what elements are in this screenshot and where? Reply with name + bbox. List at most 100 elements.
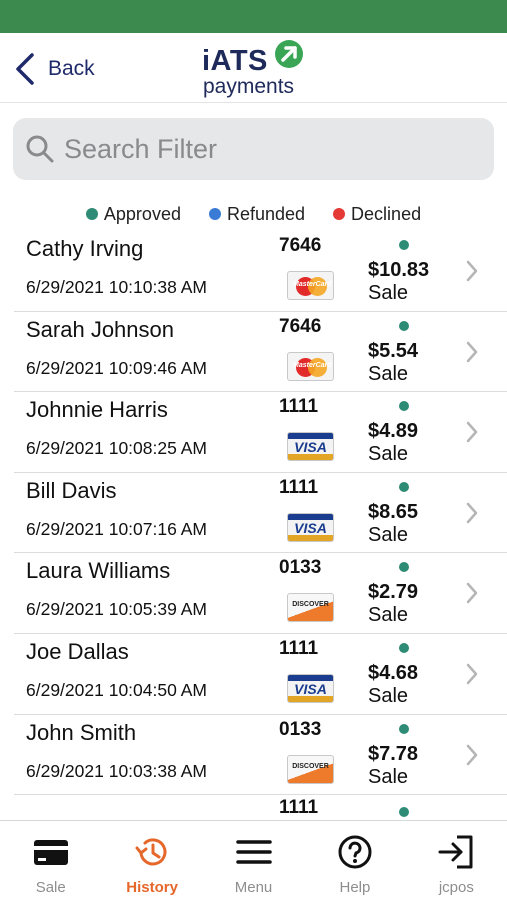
visa-card-icon: VISA — [287, 432, 334, 462]
chevron-right-icon — [466, 744, 478, 765]
transaction-date: 6/29/2021 10:04:50 AM — [26, 679, 207, 700]
transaction-list[interactable]: Cathy Irving 6/29/2021 10:10:38 AM 7646 Mas… — [0, 231, 507, 821]
transaction-date: 6/29/2021 10:08:25 AM — [26, 438, 207, 459]
transaction-type: Sale — [368, 765, 409, 788]
logo-iats-text: iATS — [202, 45, 268, 77]
tab-label: jcpos — [438, 879, 474, 896]
card-last4: 0133 — [279, 718, 322, 740]
help-icon — [338, 835, 372, 869]
tab-help[interactable]: Help — [304, 821, 405, 900]
customer-name: Cathy Irving — [26, 236, 144, 261]
transaction-row[interactable]: Sarah Johnson 6/29/2021 10:09:46 AM 7646 Ma… — [14, 312, 507, 393]
search-icon — [26, 135, 54, 163]
refunded-dot — [208, 208, 221, 220]
mastercard-card-icon: MasterCard — [287, 351, 334, 381]
transaction-row[interactable]: Laura Williams 6/29/2021 10:05:39 AM 0133 D… — [14, 553, 507, 634]
tab-label: History — [126, 879, 178, 896]
status-dot — [399, 240, 409, 250]
tab-account[interactable]: jcpos — [406, 821, 507, 900]
transaction-row[interactable]: John Smith 6/29/2021 10:03:38 AM 0133 DISCO… — [14, 715, 507, 796]
chevron-right-icon — [466, 421, 478, 443]
card-last4: 7646 — [279, 235, 322, 256]
tab-bar: Sale History Menu Help jcpos — [0, 820, 507, 900]
card-last4: 7646 — [279, 315, 322, 337]
transaction-date: 6/29/2021 10:10:38 AM — [26, 277, 207, 297]
iats-logo: iATS payments — [200, 37, 310, 99]
status-dot — [399, 562, 409, 573]
legend-label: Approved — [103, 203, 181, 224]
transaction-amount: $4.89 — [368, 420, 419, 443]
chevron-left-icon — [16, 53, 34, 85]
tab-label: Sale — [35, 879, 66, 896]
card-brand-text: DISCOVER — [292, 601, 329, 609]
discover-card-icon: DISCOVER — [287, 754, 334, 784]
transaction-type: Sale — [368, 362, 409, 385]
customer-name: John Smith — [26, 719, 137, 745]
tab-history[interactable]: History — [101, 821, 202, 900]
transaction-row[interactable]: Bill Davis 6/29/2021 10:07:16 AM 1111 VISA $… — [14, 473, 507, 554]
transaction-type: Sale — [368, 523, 409, 546]
declined-dot — [333, 208, 346, 220]
card-brand-text: VISA — [294, 439, 327, 456]
legend-label: Declined — [351, 203, 422, 224]
customer-name: Joe Dallas — [26, 638, 129, 664]
tab-label: Help — [339, 879, 371, 896]
card-last4: 1111 — [279, 396, 319, 418]
transaction-row[interactable]: Joe Dallas 6/29/2021 10:04:50 AM 1111 VISA $… — [14, 634, 507, 715]
visa-card-icon: VISA — [287, 512, 334, 542]
history-icon — [135, 838, 167, 866]
card-brand-text: VISA — [294, 680, 327, 697]
back-label: Back — [48, 57, 95, 80]
card-icon — [33, 840, 68, 865]
legend-label: Refunded — [226, 203, 306, 224]
chevron-right-icon — [466, 260, 478, 282]
customer-name: Johnnie Harris — [26, 397, 168, 423]
transaction-date: 6/29/2021 10:03:38 AM — [26, 760, 207, 781]
tab-label: Menu — [234, 879, 273, 896]
status-legend: Approved Refunded Declined — [0, 203, 507, 225]
card-last4: 1111 — [279, 637, 319, 659]
customer-name: Sarah Johnson — [26, 316, 174, 342]
logo-arrow-icon — [275, 40, 303, 68]
status-dot — [399, 320, 409, 331]
transaction-type: Sale — [368, 282, 409, 304]
customer-name: Bill Davis — [26, 477, 117, 503]
chevron-right-icon — [466, 502, 478, 524]
back-button[interactable]: Back — [14, 51, 95, 87]
status-bar — [0, 0, 507, 33]
transaction-date: 6/29/2021 10:05:39 AM — [26, 599, 207, 620]
transaction-type: Sale — [368, 684, 409, 707]
tab-menu[interactable]: Menu — [203, 821, 304, 900]
partial-row-status-dot — [399, 807, 409, 817]
logout-icon — [438, 835, 473, 869]
legend-approved: Approved — [85, 203, 181, 225]
status-dot — [399, 723, 409, 734]
transaction-amount: $8.65 — [368, 500, 419, 523]
legend-declined: Declined — [333, 203, 421, 225]
transaction-row[interactable]: Johnnie Harris 6/29/2021 10:08:25 AM 1111 V… — [14, 392, 507, 473]
menu-icon — [235, 840, 272, 864]
tab-sale[interactable]: Sale — [0, 821, 101, 900]
status-dot — [399, 642, 409, 653]
mastercard-card-icon: MasterCard — [287, 271, 334, 300]
chevron-right-icon — [466, 663, 478, 685]
card-last4: 1111 — [279, 476, 319, 498]
approved-dot — [85, 208, 98, 220]
transaction-type: Sale — [368, 443, 409, 466]
transaction-date: 6/29/2021 10:07:16 AM — [26, 518, 207, 539]
card-brand-text: MasterCard — [293, 281, 332, 288]
chevron-right-icon — [466, 341, 478, 362]
status-dot — [399, 401, 409, 412]
logo-payments-text: payments — [203, 75, 295, 98]
search-bar[interactable] — [13, 118, 494, 180]
transaction-row[interactable]: Cathy Irving 6/29/2021 10:10:38 AM 7646 Mas… — [14, 231, 507, 312]
transaction-type: Sale — [368, 604, 409, 627]
customer-name: Laura Williams — [26, 558, 171, 584]
transaction-amount: $2.79 — [368, 581, 419, 604]
discover-card-icon: DISCOVER — [287, 593, 334, 623]
card-brand-text: DISCOVER — [292, 762, 329, 770]
nav-bar: Back iATS payments — [0, 33, 507, 103]
search-input[interactable] — [64, 133, 464, 165]
visa-card-icon: VISA — [287, 673, 334, 703]
transaction-amount: $7.78 — [368, 742, 419, 765]
